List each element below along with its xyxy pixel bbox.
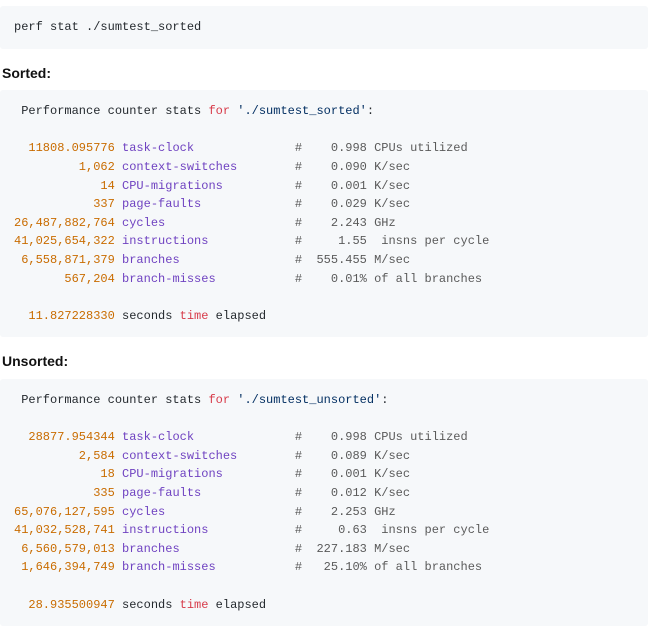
perf-metric: cycles — [122, 505, 295, 519]
perf-rhs: 0.089 K/sec — [316, 449, 410, 463]
perf-header: Performance counter stats for './sumtest… — [14, 102, 634, 121]
perf-header: Performance counter stats for './sumtest… — [14, 391, 634, 410]
perf-value: 1,062 — [14, 160, 115, 174]
perf-row: 6,558,871,379 branches # 555.455 M/sec — [14, 251, 634, 270]
perf-metric: page-faults — [122, 486, 295, 500]
perf-rhs: 0.090 K/sec — [316, 160, 410, 174]
perf-value: 6,558,871,379 — [14, 253, 115, 267]
perf-metric: branch-misses — [122, 272, 295, 286]
perf-row: 1,062 context-switches # 0.090 K/sec — [14, 158, 634, 177]
perf-row: 65,076,127,595 cycles # 2.253 GHz — [14, 503, 634, 522]
command-block: perf stat ./sumtest_sorted — [0, 6, 648, 49]
perf-value: 335 — [14, 486, 115, 500]
perf-rhs: 1.55 insns per cycle — [316, 234, 489, 248]
perf-metric: instructions — [122, 523, 295, 537]
perf-rhs: 0.63 insns per cycle — [316, 523, 489, 537]
unsorted-block: Performance counter stats for './sumtest… — [0, 379, 648, 626]
perf-metric: branches — [122, 542, 295, 556]
perf-metric: task-clock — [122, 141, 295, 155]
perf-row: 335 page-faults # 0.012 K/sec — [14, 484, 634, 503]
perf-rhs: 2.243 GHz — [316, 216, 395, 230]
perf-row: 18 CPU-migrations # 0.001 K/sec — [14, 465, 634, 484]
perf-metric: CPU-migrations — [122, 179, 295, 193]
perf-rhs: 0.001 K/sec — [316, 467, 410, 481]
unsorted-heading: Unsorted: — [2, 351, 646, 373]
perf-value: 14 — [14, 179, 115, 193]
perf-row: 41,025,654,322 instructions # 1.55 insns… — [14, 232, 634, 251]
perf-rhs: 0.998 CPUs utilized — [316, 430, 467, 444]
perf-value: 6,560,579,013 — [14, 542, 115, 556]
perf-metric: cycles — [122, 216, 295, 230]
perf-row: 41,032,528,741 instructions # 0.63 insns… — [14, 521, 634, 540]
perf-value: 41,032,528,741 — [14, 523, 115, 537]
perf-metric: context-switches — [122, 449, 295, 463]
perf-rhs: 0.029 K/sec — [316, 197, 410, 211]
perf-value: 41,025,654,322 — [14, 234, 115, 248]
perf-rhs: 25.10% of all branches — [316, 560, 482, 574]
perf-value: 337 — [14, 197, 115, 211]
perf-metric: branch-misses — [122, 560, 295, 574]
perf-rhs: 555.455 M/sec — [316, 253, 410, 267]
perf-metric: CPU-migrations — [122, 467, 295, 481]
perf-row: 14 CPU-migrations # 0.001 K/sec — [14, 177, 634, 196]
perf-rhs: 0.001 K/sec — [316, 179, 410, 193]
perf-elapsed: 11.827228330 seconds time elapsed — [14, 307, 634, 326]
perf-row: 26,487,882,764 cycles # 2.243 GHz — [14, 214, 634, 233]
perf-rhs: 2.253 GHz — [316, 505, 395, 519]
perf-row: 11808.095776 task-clock # 0.998 CPUs uti… — [14, 139, 634, 158]
perf-rhs: 0.01% of all branches — [316, 272, 482, 286]
perf-value: 26,487,882,764 — [14, 216, 115, 230]
command-text: perf stat ./sumtest_sorted — [14, 18, 634, 37]
perf-rhs: 0.012 K/sec — [316, 486, 410, 500]
perf-row: 1,646,394,749 branch-misses # 25.10% of … — [14, 558, 634, 577]
perf-metric: branches — [122, 253, 295, 267]
perf-row: 2,584 context-switches # 0.089 K/sec — [14, 447, 634, 466]
perf-elapsed: 28.935500947 seconds time elapsed — [14, 596, 634, 615]
perf-value: 18 — [14, 467, 115, 481]
perf-value: 11808.095776 — [14, 141, 115, 155]
perf-value: 65,076,127,595 — [14, 505, 115, 519]
perf-rhs: 0.998 CPUs utilized — [316, 141, 467, 155]
perf-value: 1,646,394,749 — [14, 560, 115, 574]
sorted-heading: Sorted: — [2, 63, 646, 85]
perf-metric: instructions — [122, 234, 295, 248]
perf-metric: page-faults — [122, 197, 295, 211]
perf-metric: task-clock — [122, 430, 295, 444]
perf-row: 28877.954344 task-clock # 0.998 CPUs uti… — [14, 428, 634, 447]
sorted-block: Performance counter stats for './sumtest… — [0, 90, 648, 337]
perf-row: 6,560,579,013 branches # 227.183 M/sec — [14, 540, 634, 559]
perf-value: 28877.954344 — [14, 430, 115, 444]
perf-rhs: 227.183 M/sec — [316, 542, 410, 556]
perf-value: 2,584 — [14, 449, 115, 463]
perf-value: 567,204 — [14, 272, 115, 286]
perf-row: 567,204 branch-misses # 0.01% of all bra… — [14, 270, 634, 289]
perf-row: 337 page-faults # 0.029 K/sec — [14, 195, 634, 214]
perf-metric: context-switches — [122, 160, 295, 174]
